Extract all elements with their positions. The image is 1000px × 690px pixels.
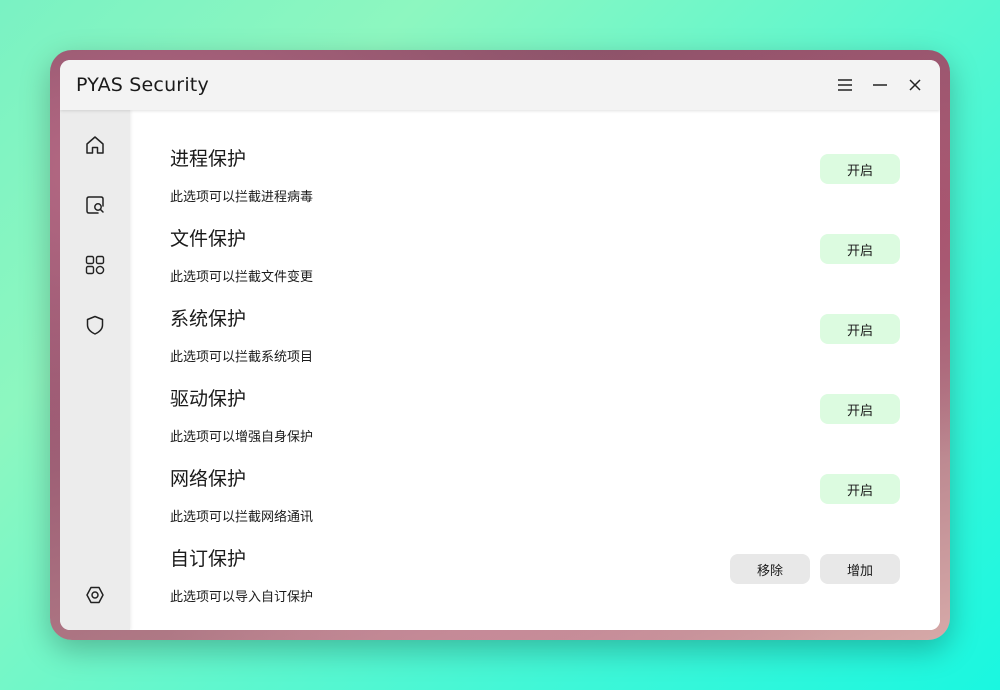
nav-tools[interactable] [82, 252, 108, 278]
row-description: 此选项可以拦截进程病毒 [170, 190, 314, 205]
protection-row-driver: 驱动保护 此选项可以增强自身保护 开启 [130, 384, 940, 464]
nav-settings[interactable] [82, 582, 108, 608]
custom-protection-add-button[interactable]: 增加 [820, 554, 900, 584]
app-title: PYAS Security [76, 74, 209, 96]
row-title: 驱动保护 [170, 388, 247, 410]
tools-icon [85, 255, 105, 275]
settings-icon [86, 586, 104, 604]
row-description: 此选项可以拦截系统项目 [170, 350, 314, 365]
title-bar: PYAS Security [60, 60, 940, 110]
hamburger-menu-icon [838, 79, 852, 91]
row-description: 此选项可以拦截文件变更 [170, 270, 314, 285]
file-protection-toggle-button[interactable]: 开启 [820, 234, 900, 264]
menu-button[interactable] [834, 74, 856, 96]
scan-icon [86, 196, 104, 214]
close-button[interactable] [904, 74, 926, 96]
network-protection-toggle-button[interactable]: 开启 [820, 474, 900, 504]
protection-row-network: 网络保护 此选项可以拦截网络通讯 开启 [130, 464, 940, 544]
custom-protection-remove-button[interactable]: 移除 [730, 554, 810, 584]
app-window: PYAS Security 进程保护 此选项可以拦截进程病毒 开启 文件保护 此… [60, 60, 940, 630]
shield-icon [86, 315, 104, 335]
row-title: 进程保护 [170, 148, 247, 170]
protection-row-system: 系统保护 此选项可以拦截系统项目 开启 [130, 304, 940, 384]
minimize-button[interactable] [869, 74, 891, 96]
row-title: 自订保护 [170, 548, 247, 570]
sidebar [60, 110, 130, 630]
row-title: 系统保护 [170, 308, 247, 330]
system-protection-toggle-button[interactable]: 开启 [820, 314, 900, 344]
close-icon [909, 79, 921, 91]
protection-row-custom: 自订保护 此选项可以导入自订保护 移除 增加 [130, 544, 940, 624]
process-protection-toggle-button[interactable]: 开启 [820, 154, 900, 184]
nav-scan[interactable] [82, 192, 108, 218]
protection-row-process: 进程保护 此选项可以拦截进程病毒 开启 [130, 144, 940, 224]
home-icon [86, 136, 104, 154]
nav-protection[interactable] [82, 312, 108, 338]
row-description: 此选项可以增强自身保护 [170, 430, 314, 445]
row-title: 网络保护 [170, 468, 247, 490]
row-title: 文件保护 [170, 228, 247, 250]
driver-protection-toggle-button[interactable]: 开启 [820, 394, 900, 424]
protection-panel: 进程保护 此选项可以拦截进程病毒 开启 文件保护 此选项可以拦截文件变更 开启 … [130, 110, 940, 630]
row-description: 此选项可以导入自订保护 [170, 590, 314, 605]
protection-row-file: 文件保护 此选项可以拦截文件变更 开启 [130, 224, 940, 304]
nav-home[interactable] [82, 132, 108, 158]
minimize-icon [873, 84, 887, 86]
row-description: 此选项可以拦截网络通讯 [170, 510, 314, 525]
